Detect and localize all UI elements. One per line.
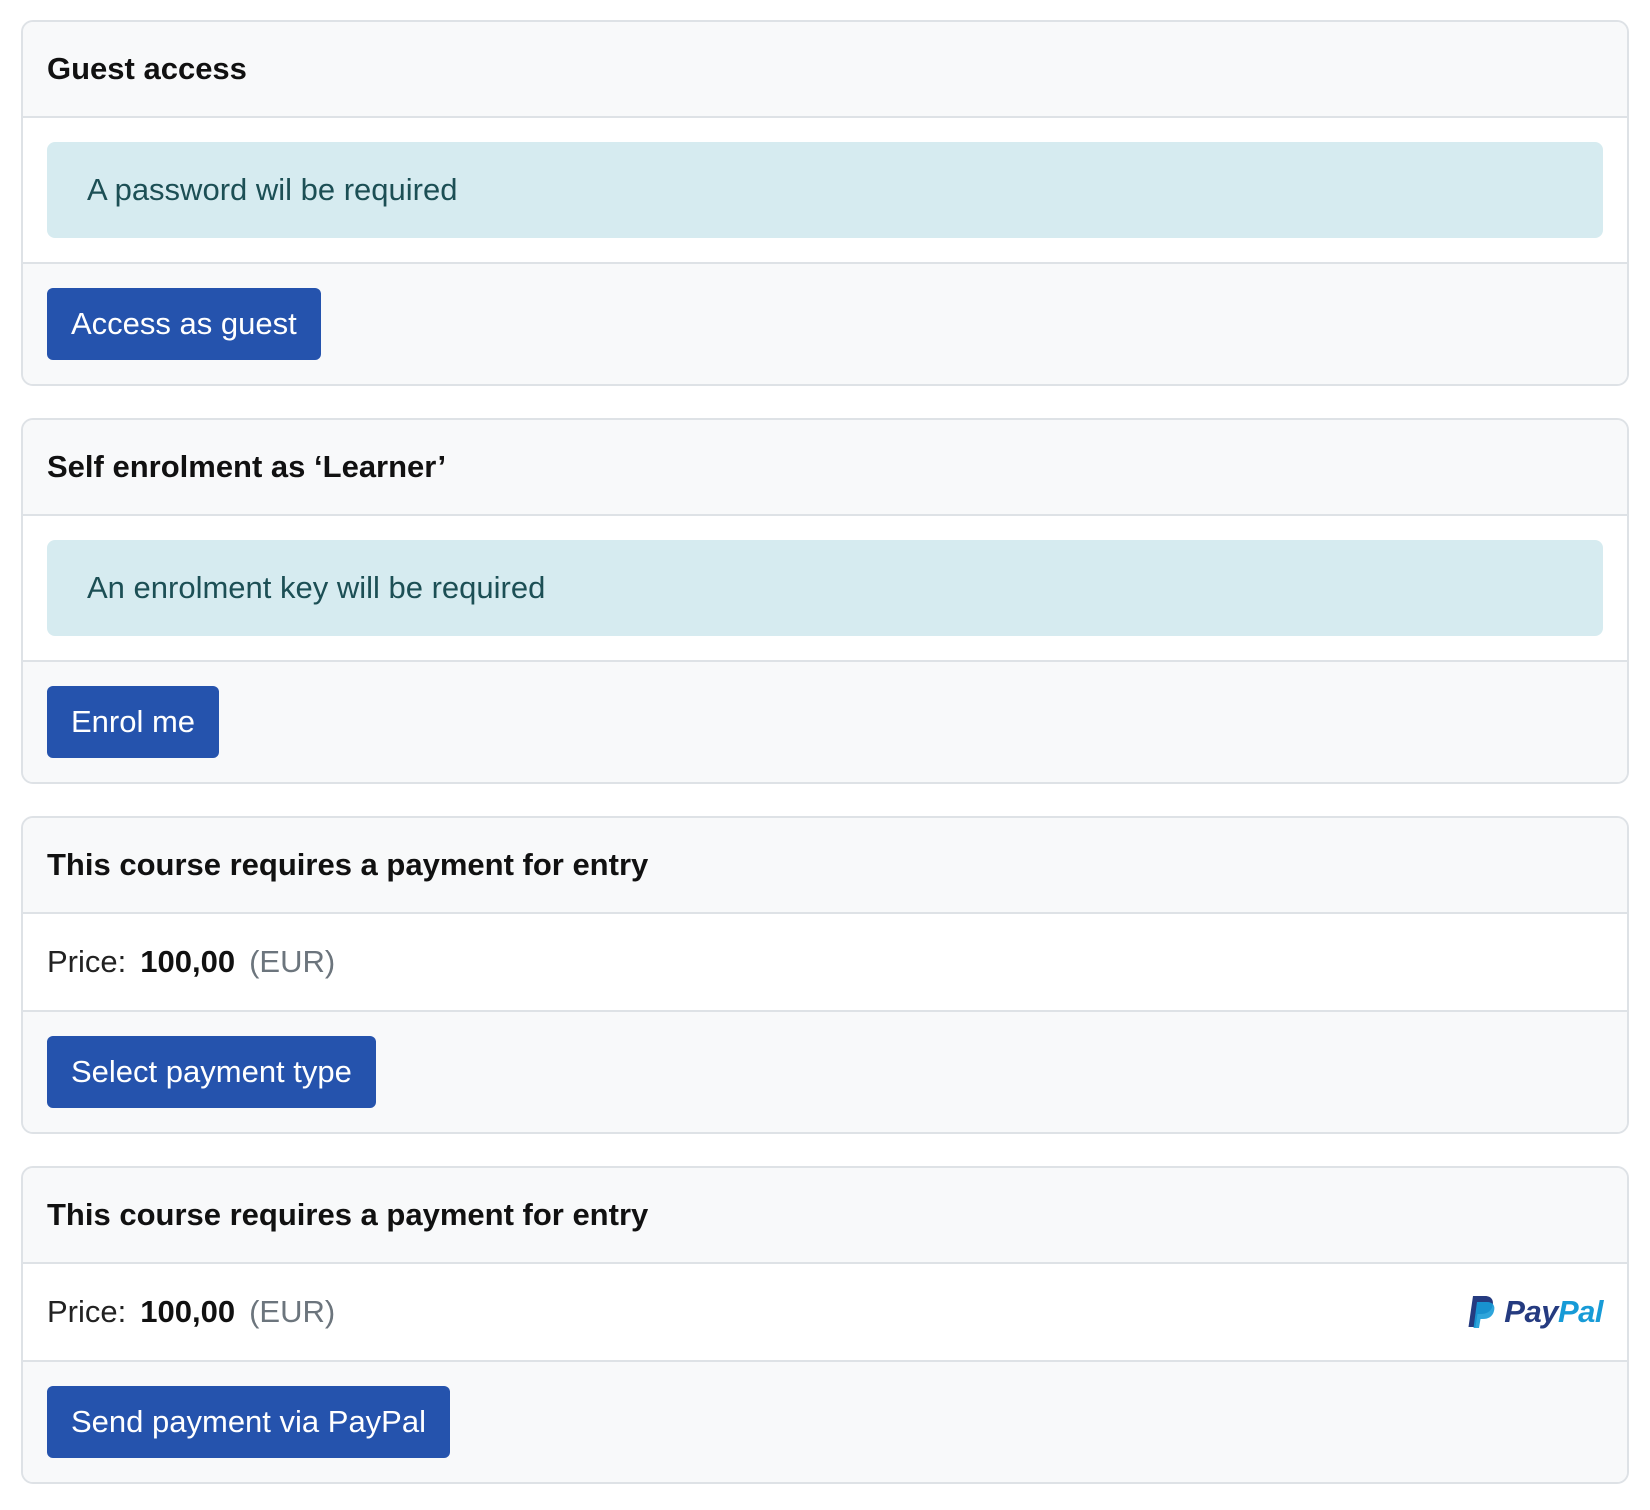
guest-access-body: A password wil be required: [23, 118, 1627, 264]
paypal-icon: [1468, 1296, 1495, 1328]
price-line: Price: 100,00 (EUR): [47, 944, 335, 980]
price-label: Price:: [47, 944, 127, 979]
paypal-payment-card: This course requires a payment for entry…: [21, 1166, 1629, 1484]
paypal-wordmark-pal: Pal: [1557, 1294, 1604, 1329]
price-currency: (EUR): [249, 944, 336, 979]
payment-card: This course requires a payment for entry…: [21, 816, 1629, 1134]
guest-access-card: Guest access A password wil be required …: [21, 20, 1629, 386]
price-line: Price: 100,00 (EUR): [47, 1294, 335, 1330]
self-enrolment-body: An enrolment key will be required: [23, 516, 1627, 662]
price-currency: (EUR): [249, 1294, 336, 1329]
send-payment-paypal-button[interactable]: Send payment via PayPal: [47, 1386, 450, 1458]
paypal-wordmark-pay: Pay: [1504, 1294, 1558, 1329]
paypal-payment-title: This course requires a payment for entry: [23, 1168, 1627, 1264]
paypal-price-row: Price: 100,00 (EUR) Pay Pal: [23, 1264, 1627, 1362]
paypal-logo: Pay Pal: [1466, 1294, 1604, 1330]
paypal-payment-footer: Send payment via PayPal: [23, 1362, 1627, 1482]
self-enrolment-footer: Enrol me: [23, 662, 1627, 782]
payment-title: This course requires a payment for entry: [23, 818, 1627, 914]
enrol-me-button[interactable]: Enrol me: [47, 686, 220, 758]
self-enrolment-card: Self enrolment as ‘Learner’ An enrolment…: [21, 418, 1629, 784]
guest-access-footer: Access as guest: [23, 264, 1627, 384]
enrolment-options: Guest access A password wil be required …: [21, 20, 1629, 1484]
enrolment-key-notice: An enrolment key will be required: [47, 540, 1603, 636]
payment-footer: Select payment type: [23, 1012, 1627, 1132]
price-label: Price:: [47, 1294, 127, 1329]
self-enrolment-title: Self enrolment as ‘Learner’: [23, 420, 1627, 516]
guest-password-notice: A password wil be required: [47, 142, 1603, 238]
price-value: 100,00: [140, 1294, 236, 1329]
guest-access-title: Guest access: [23, 22, 1627, 118]
payment-price-row: Price: 100,00 (EUR): [23, 914, 1627, 1012]
select-payment-type-button[interactable]: Select payment type: [47, 1036, 376, 1108]
access-as-guest-button[interactable]: Access as guest: [47, 288, 321, 360]
price-value: 100,00: [140, 944, 236, 979]
